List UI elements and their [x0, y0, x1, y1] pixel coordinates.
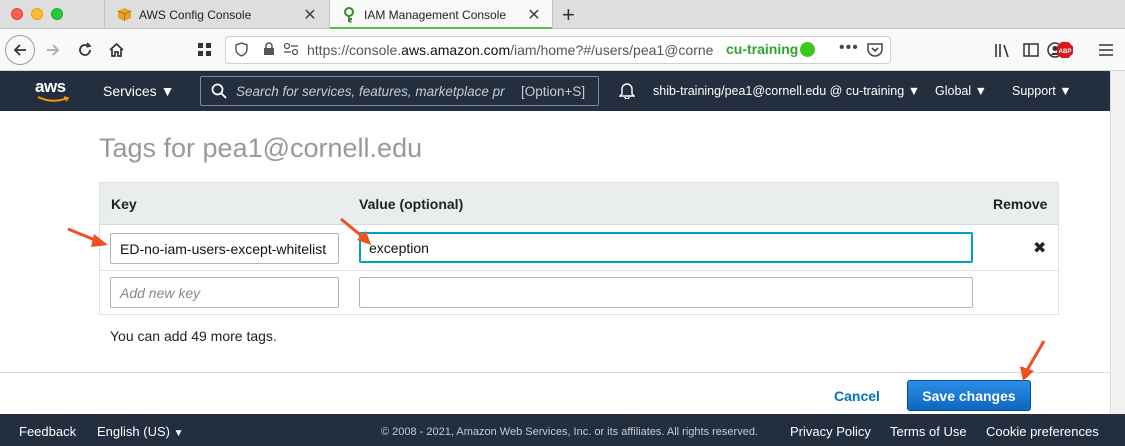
minimize-window-button[interactable]	[31, 8, 43, 20]
iam-key-icon	[340, 6, 358, 24]
container-indicator-icon	[800, 42, 815, 57]
browser-tab-strip: AWS Config Console ✕ IAM Management Cons…	[0, 0, 1125, 29]
caret-down-icon: ▼	[160, 83, 175, 99]
feedback-link[interactable]: Feedback	[19, 424, 76, 439]
account-menu[interactable]: shib-training/pea1@cornell.edu @ cu-trai…	[653, 84, 920, 98]
tags-table: Key Value (optional) Remove ED-no-iam-us…	[99, 182, 1059, 315]
permissions-icon[interactable]	[283, 42, 299, 59]
reload-icon[interactable]	[70, 35, 100, 65]
annotation-arrow-icon	[340, 217, 371, 245]
tag-key-input[interactable]: ED-no-iam-users-except-whitelist	[110, 233, 339, 264]
close-tab-icon[interactable]: ✕	[524, 5, 544, 25]
adblock-plus-icon[interactable]: ABP	[1050, 35, 1080, 65]
privacy-policy-link[interactable]: Privacy Policy	[790, 424, 871, 439]
back-arrow-icon[interactable]	[5, 35, 35, 65]
tab-aws-config[interactable]: AWS Config Console ✕	[104, 0, 328, 29]
tag-value-input[interactable]: exception	[359, 232, 973, 263]
tag-key-value: ED-no-iam-users-except-whitelist	[120, 240, 327, 257]
svg-text:ABP: ABP	[1059, 49, 1072, 55]
tab-title: IAM Management Console	[364, 7, 507, 22]
aws-top-nav: aws Services ▼ Search for services, feat…	[0, 71, 1110, 111]
support-menu[interactable]: Support ▼	[1012, 84, 1072, 98]
tab-iam-management[interactable]: IAM Management Console ✕	[329, 0, 553, 29]
grid-extensions-icon[interactable]	[190, 35, 220, 65]
close-tab-icon[interactable]: ✕	[300, 5, 320, 25]
lock-icon[interactable]	[263, 42, 275, 59]
column-header-key: Key	[111, 196, 137, 212]
search-icon	[211, 83, 227, 104]
search-placeholder: Search for services, features, marketpla…	[236, 84, 505, 99]
cookie-preferences-link[interactable]: Cookie preferences	[986, 424, 1099, 439]
menu-hamburger-icon[interactable]	[1091, 35, 1121, 65]
page-title: Tags for pea1@cornell.edu	[99, 133, 423, 163]
services-menu[interactable]: Services ▼	[103, 83, 174, 99]
save-changes-button[interactable]: Save changes	[907, 380, 1031, 411]
home-icon[interactable]	[101, 35, 131, 65]
search-input[interactable]: Search for services, features, marketpla…	[200, 76, 599, 106]
caret-down-icon: ▼	[173, 428, 184, 439]
table-header: Key Value (optional) Remove	[100, 183, 1058, 225]
aws-logo[interactable]: aws	[35, 77, 66, 97]
aws-footer: Feedback English (US) ▼ © 2008 - 2021, A…	[0, 414, 1125, 446]
remove-tag-icon[interactable]: ✖	[1033, 238, 1046, 258]
remaining-tags-text: You can add 49 more tags.	[110, 328, 277, 344]
maximize-window-button[interactable]	[51, 8, 63, 20]
copyright-text: © 2008 - 2021, Amazon Web Services, Inc.…	[381, 426, 758, 438]
annotation-arrow-icon	[1020, 340, 1046, 381]
region-menu[interactable]: Global ▼	[935, 84, 987, 98]
caret-down-icon: ▼	[1059, 84, 1072, 98]
browser-toolbar: https://console.aws.amazon.com/iam/home?…	[0, 30, 1125, 71]
annotation-arrow-icon	[67, 227, 108, 247]
active-tab-underline	[330, 27, 552, 29]
tab-title: AWS Config Console	[139, 7, 252, 22]
shield-icon[interactable]	[235, 42, 248, 60]
row-divider	[100, 270, 1058, 271]
bell-icon[interactable]	[618, 82, 636, 102]
container-label: cu-training	[726, 41, 799, 57]
action-bar-divider	[0, 372, 1110, 373]
caret-down-icon: ▼	[974, 84, 987, 98]
page-actions-icon[interactable]: •••	[839, 39, 859, 57]
search-shortcut-hint: [Option+S]	[521, 84, 586, 99]
cancel-button[interactable]: Cancel	[834, 388, 880, 404]
column-header-value: Value (optional)	[359, 196, 464, 212]
new-key-placeholder: Add new key	[120, 284, 201, 301]
column-header-remove: Remove	[993, 196, 1048, 212]
pocket-icon[interactable]	[867, 42, 883, 60]
caret-down-icon: ▼	[907, 84, 921, 98]
language-selector[interactable]: English (US) ▼	[97, 424, 184, 439]
new-key-input[interactable]: Add new key	[110, 277, 339, 308]
address-bar[interactable]: https://console.aws.amazon.com/iam/home?…	[225, 36, 891, 64]
page-scrollbar[interactable]	[1110, 71, 1125, 414]
terms-of-use-link[interactable]: Terms of Use	[890, 424, 967, 439]
library-icon[interactable]	[988, 35, 1018, 65]
new-value-input[interactable]	[359, 277, 973, 308]
new-tab-icon[interactable]: +	[562, 2, 575, 28]
aws-box-icon	[115, 6, 133, 24]
aws-smile-icon	[37, 96, 70, 102]
url-text: https://console.aws.amazon.com/iam/home?…	[307, 42, 714, 58]
close-window-button[interactable]	[11, 8, 23, 20]
tag-value-value: exception	[369, 239, 429, 256]
forward-arrow-icon[interactable]	[38, 35, 68, 65]
